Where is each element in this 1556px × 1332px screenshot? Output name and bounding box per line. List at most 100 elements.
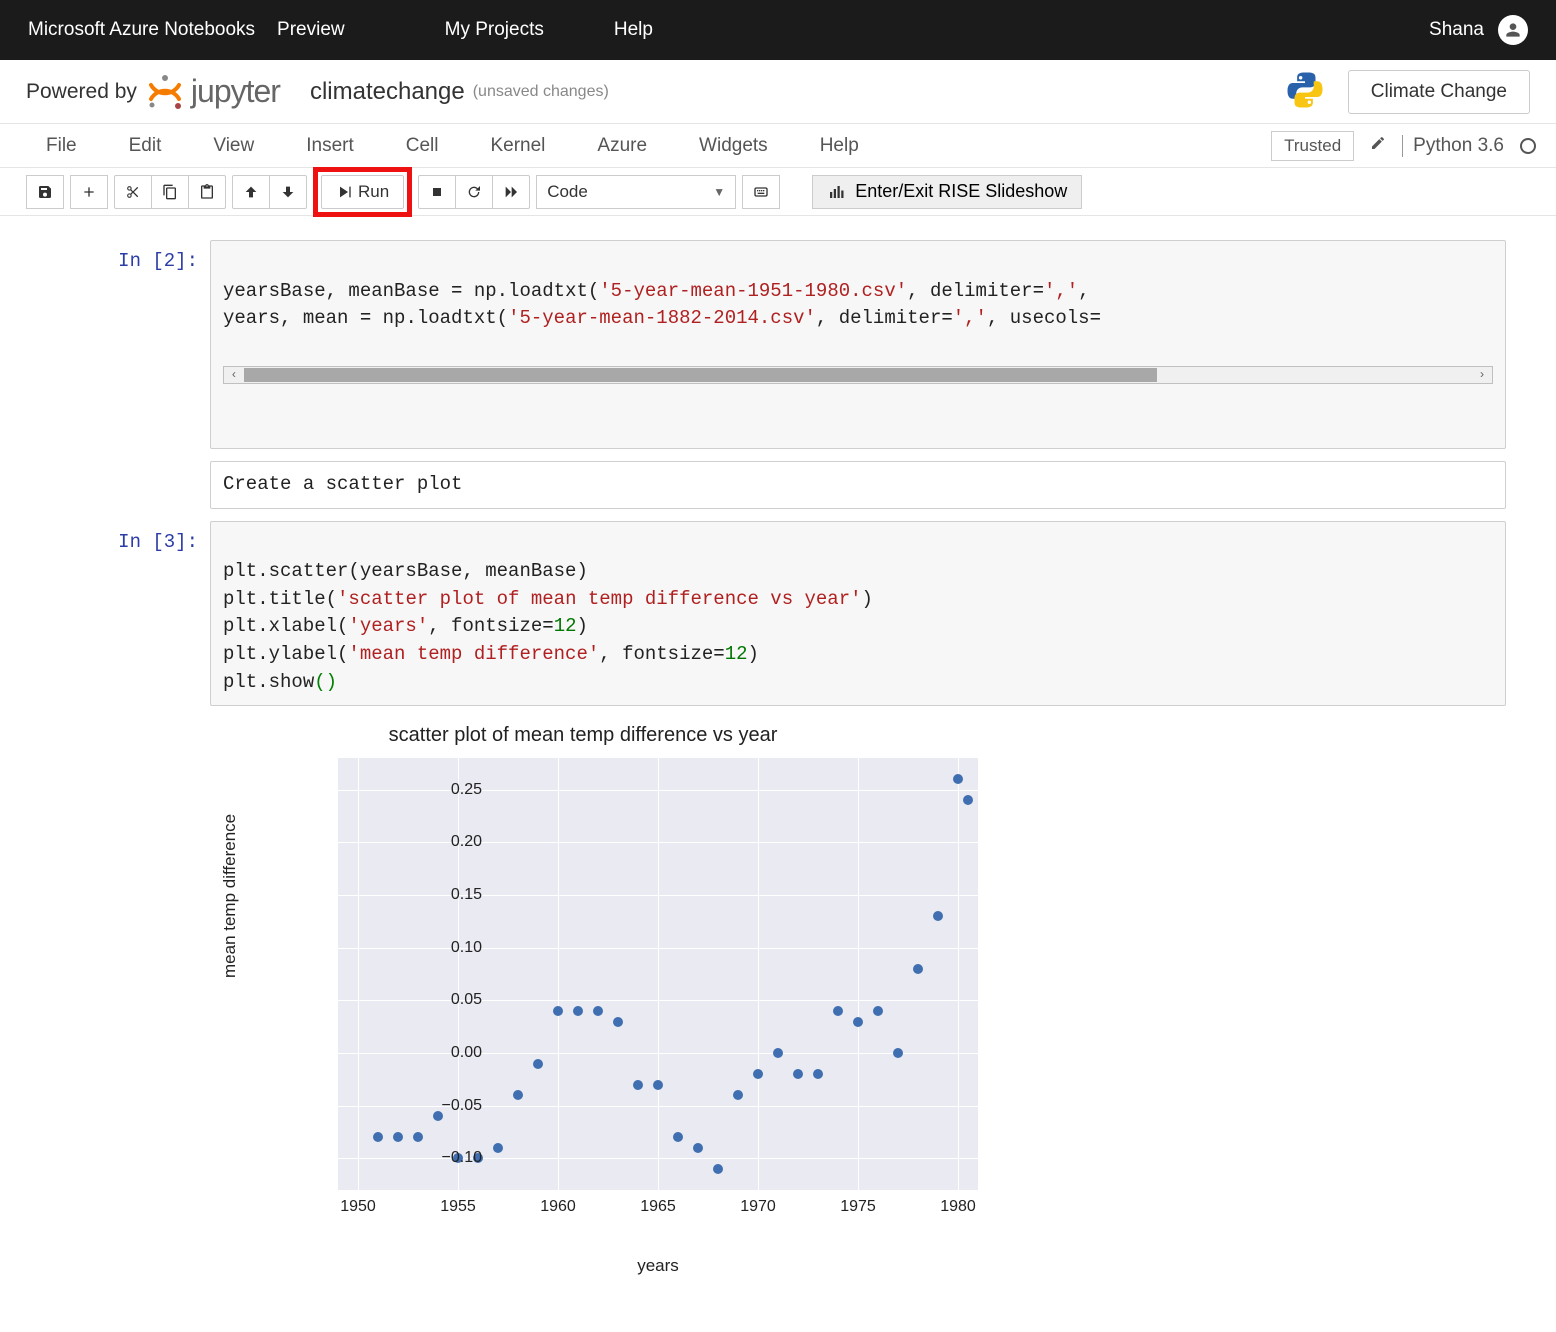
nav-my-projects[interactable]: My Projects <box>445 19 544 41</box>
markdown-content[interactable]: Create a scatter plot <box>210 461 1506 509</box>
data-point <box>793 1069 803 1079</box>
menu-azure[interactable]: Azure <box>571 135 673 157</box>
ytick: 0.15 <box>382 886 482 904</box>
jupyter-logo[interactable]: jupyter <box>145 72 280 112</box>
save-button[interactable] <box>26 175 64 209</box>
toolbar: Run Code ▼ Enter/Exit RISE Slideshow <box>0 168 1556 216</box>
data-point <box>913 964 923 974</box>
cut-button[interactable] <box>114 175 152 209</box>
copy-button[interactable] <box>151 175 189 209</box>
rise-slideshow-button[interactable]: Enter/Exit RISE Slideshow <box>812 175 1082 209</box>
data-point <box>653 1080 663 1090</box>
ytick: 0.10 <box>382 939 482 957</box>
restart-button[interactable] <box>455 175 493 209</box>
xtick: 1960 <box>540 1198 576 1216</box>
xtick: 1965 <box>640 1198 676 1216</box>
brand[interactable]: Microsoft Azure Notebooks <box>28 19 255 41</box>
scroll-thumb[interactable] <box>244 368 1157 382</box>
data-point <box>953 774 963 784</box>
data-point <box>633 1080 643 1090</box>
data-point <box>593 1006 603 1016</box>
menu-insert[interactable]: Insert <box>280 135 380 157</box>
plot-area <box>338 758 978 1190</box>
command-palette-button[interactable] <box>742 175 780 209</box>
data-point <box>933 911 943 921</box>
data-point <box>393 1132 403 1142</box>
horizontal-scrollbar[interactable]: ‹ › <box>223 366 1493 384</box>
insert-cell-button[interactable] <box>70 175 108 209</box>
chart-title: scatter plot of mean temp difference vs … <box>228 724 938 747</box>
notebook-area: In [2]: yearsBase, meanBase = np.loadtxt… <box>0 216 1556 1318</box>
code-cell[interactable]: In [3]: plt.scatter(yearsBase, meanBase)… <box>50 521 1506 706</box>
trusted-indicator[interactable]: Trusted <box>1271 131 1354 161</box>
menu-view[interactable]: View <box>187 135 280 157</box>
move-down-button[interactable] <box>269 175 307 209</box>
jupyter-text: jupyter <box>191 73 280 110</box>
menubar: File Edit View Insert Cell Kernel Azure … <box>0 124 1556 168</box>
preview-badge: Preview <box>277 19 345 41</box>
menu-file[interactable]: File <box>20 135 103 157</box>
restart-run-all-button[interactable] <box>492 175 530 209</box>
chart-ylabel: mean temp difference <box>220 814 240 978</box>
data-point <box>533 1059 543 1069</box>
data-point <box>513 1090 523 1100</box>
azure-topbar: Microsoft Azure Notebooks Preview My Pro… <box>0 0 1556 60</box>
xtick: 1950 <box>340 1198 376 1216</box>
xtick: 1980 <box>940 1198 976 1216</box>
cell-output: scatter plot of mean temp difference vs … <box>210 718 1506 1278</box>
xtick: 1975 <box>840 1198 876 1216</box>
data-point <box>733 1090 743 1100</box>
code-input[interactable]: yearsBase, meanBase = np.loadtxt('5-year… <box>210 240 1506 449</box>
menu-help[interactable]: Help <box>794 135 885 157</box>
cell-type-value: Code <box>547 182 588 202</box>
paste-button[interactable] <box>188 175 226 209</box>
data-point <box>963 795 973 805</box>
data-point <box>873 1006 883 1016</box>
rise-label: Enter/Exit RISE Slideshow <box>855 181 1067 202</box>
menu-widgets[interactable]: Widgets <box>673 135 794 157</box>
run-label: Run <box>358 182 389 202</box>
move-up-button[interactable] <box>232 175 270 209</box>
cell-type-select[interactable]: Code ▼ <box>536 175 736 209</box>
scroll-right-icon[interactable]: › <box>1472 367 1492 384</box>
python-logo-icon <box>1284 69 1326 114</box>
interrupt-button[interactable] <box>418 175 456 209</box>
jupyter-header: Powered by jupyter climatechange (unsave… <box>0 60 1556 124</box>
kernel-name[interactable]: Python 3.6 <box>1413 135 1504 157</box>
menu-kernel[interactable]: Kernel <box>464 135 571 157</box>
user-avatar-icon[interactable] <box>1498 15 1528 45</box>
ytick: 0.25 <box>382 781 482 799</box>
code-input[interactable]: plt.scatter(yearsBase, meanBase) plt.tit… <box>210 521 1506 706</box>
data-point <box>373 1132 383 1142</box>
data-point <box>753 1069 763 1079</box>
ytick: 0.05 <box>382 991 482 1009</box>
menu-edit[interactable]: Edit <box>103 135 188 157</box>
code-cell[interactable]: In [2]: yearsBase, meanBase = np.loadtxt… <box>50 240 1506 449</box>
ytick: −0.10 <box>382 1149 482 1167</box>
scroll-left-icon[interactable]: ‹ <box>224 367 244 384</box>
data-point <box>673 1132 683 1142</box>
menu-cell[interactable]: Cell <box>380 135 465 157</box>
data-point <box>833 1006 843 1016</box>
autosave-status: (unsaved changes) <box>473 83 609 101</box>
nav-help[interactable]: Help <box>614 19 653 41</box>
cell-prompt: In [2]: <box>50 240 210 449</box>
user-name[interactable]: Shana <box>1429 19 1484 41</box>
divider <box>1402 135 1403 157</box>
ytick: 0.00 <box>382 1044 482 1062</box>
data-point <box>693 1143 703 1153</box>
powered-by: Powered by <box>26 80 137 104</box>
notebook-name[interactable]: climatechange <box>310 78 465 106</box>
edit-shortcuts-icon[interactable] <box>1364 135 1392 156</box>
markdown-cell[interactable]: Create a scatter plot <box>50 461 1506 509</box>
data-point <box>853 1017 863 1027</box>
ytick: 0.20 <box>382 833 482 851</box>
xtick: 1970 <box>740 1198 776 1216</box>
chevron-down-icon: ▼ <box>713 185 725 199</box>
ytick: −0.05 <box>382 1097 482 1115</box>
project-button[interactable]: Climate Change <box>1348 70 1530 114</box>
data-point <box>713 1164 723 1174</box>
run-button[interactable]: Run <box>321 175 404 209</box>
data-point <box>573 1006 583 1016</box>
data-point <box>813 1069 823 1079</box>
